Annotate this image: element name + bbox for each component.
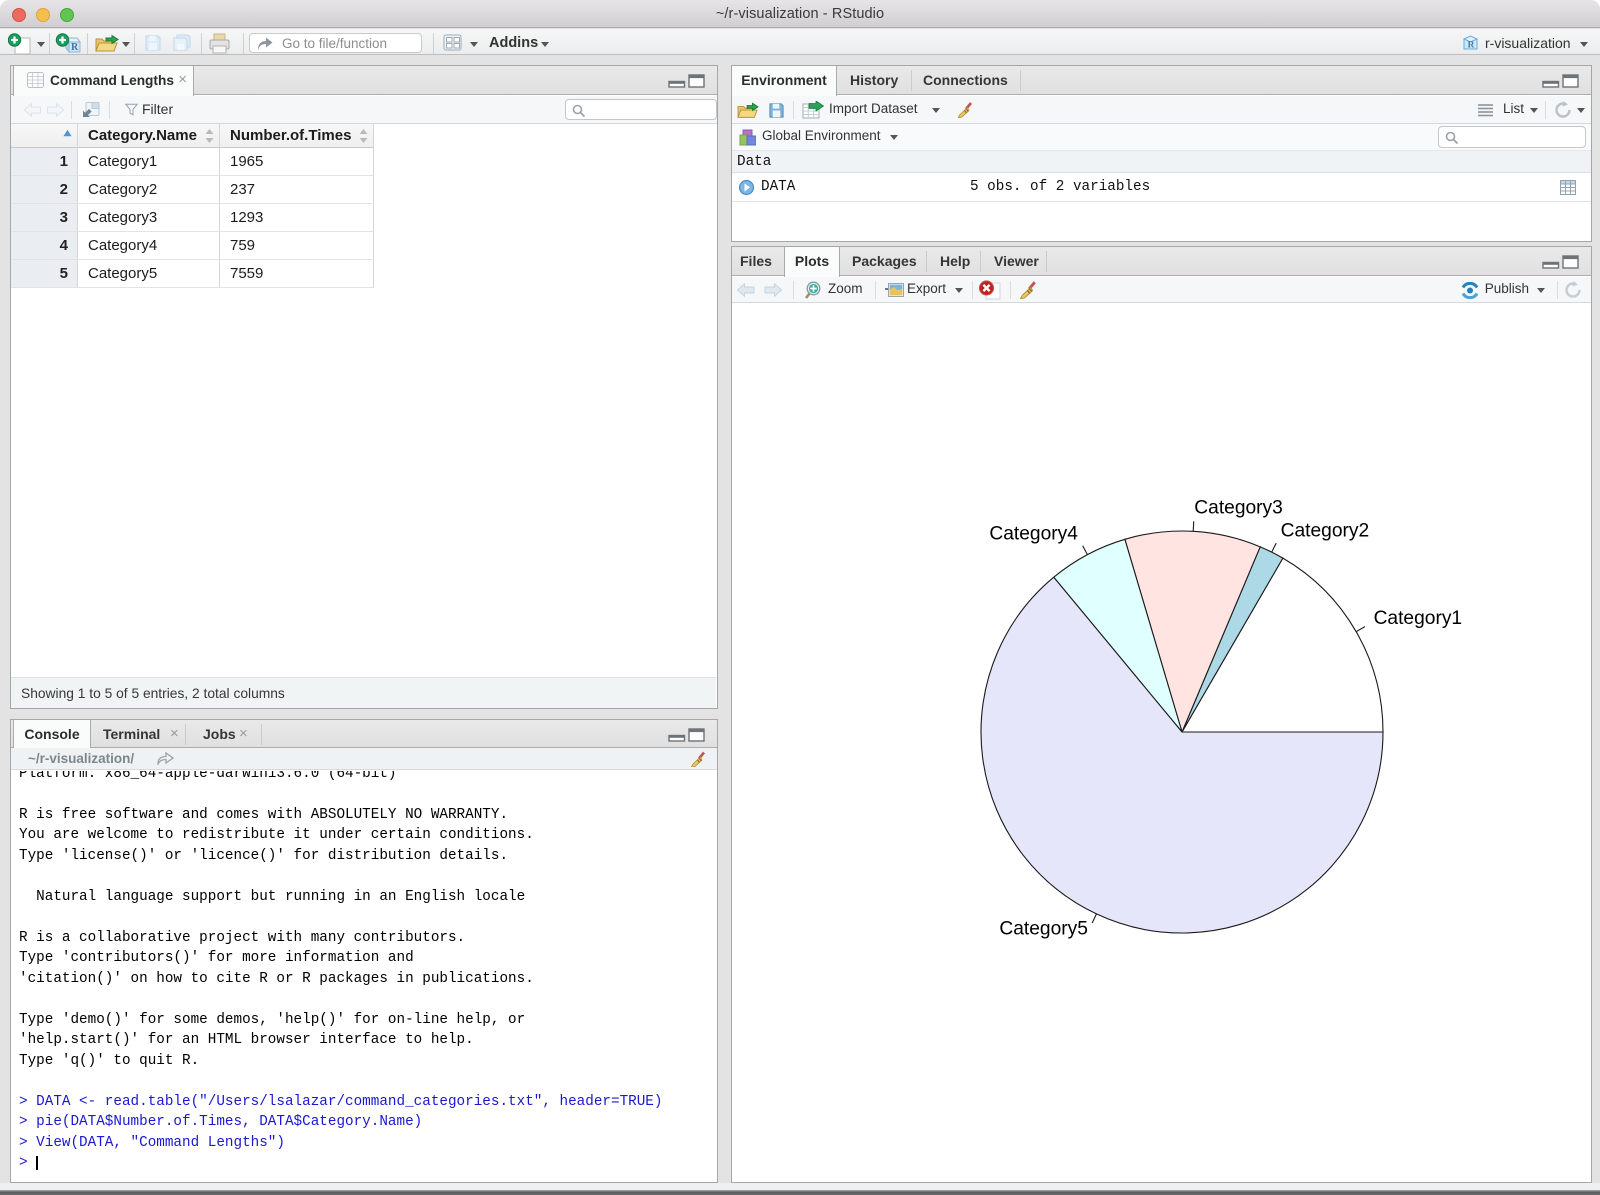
svg-text:Category4: Category4 bbox=[989, 523, 1078, 544]
svg-text:Category5: Category5 bbox=[999, 919, 1088, 940]
svg-text:Category2: Category2 bbox=[1281, 521, 1370, 542]
svg-text:Category3: Category3 bbox=[1194, 498, 1283, 519]
svg-text:R: R bbox=[71, 42, 79, 53]
svg-text:R: R bbox=[1468, 41, 1475, 51]
svg-text:Category1: Category1 bbox=[1374, 608, 1463, 629]
